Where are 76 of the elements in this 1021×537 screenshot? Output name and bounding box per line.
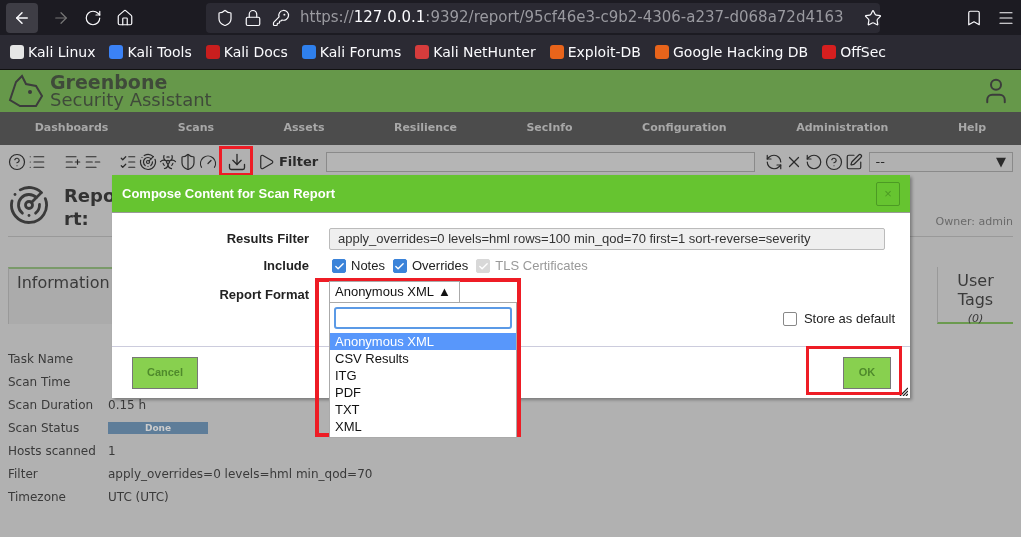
checkbox-label: Notes — [351, 257, 385, 276]
tab[interactable]: User Tags (0) — [937, 267, 1013, 324]
detail-value: 0.15 h — [108, 396, 147, 414]
bookmark-link[interactable]: Kali NetHunter — [415, 41, 536, 63]
format-option[interactable]: CSV Results — [330, 350, 516, 367]
shield-icon[interactable] — [179, 152, 198, 171]
format-option[interactable]: ITG — [330, 367, 516, 384]
report-title: rt: — [64, 207, 90, 230]
field-label: Results Filter — [225, 230, 309, 249]
edit-icon[interactable] — [844, 152, 863, 171]
help-icon[interactable] — [8, 152, 26, 171]
field-label: Report Format — [218, 286, 309, 305]
nav-item[interactable]: Scans — [177, 120, 215, 137]
bookmark-link[interactable]: Kali Tools — [109, 41, 192, 63]
report-icon — [8, 184, 50, 226]
detail-label: Scan Duration — [8, 396, 95, 414]
nav-item[interactable]: Dashboards — [34, 120, 109, 137]
shield-icon — [216, 8, 234, 27]
url-field[interactable]: https://127.0.0.1:9392/report/95cf46e3-c9b2-4306-a237-d068a72d4163 — [206, 2, 880, 33]
reload-icon[interactable] — [84, 8, 102, 27]
download-icon[interactable] — [227, 151, 248, 172]
reset-icon[interactable] — [804, 152, 823, 171]
nav-item[interactable]: Resilience — [393, 120, 457, 137]
detail-label: Filter — [8, 465, 39, 483]
nav-item[interactable]: Help — [957, 120, 987, 137]
radar-icon[interactable] — [139, 152, 158, 171]
bookmark-link[interactable]: OffSec — [822, 41, 887, 63]
detail-value: apply_overrides=0 levels=hml min_qod=70 — [108, 465, 373, 483]
back-button[interactable] — [6, 2, 38, 33]
field-label: Include — [262, 257, 309, 276]
checkbox-label: Overrides — [411, 257, 469, 276]
help-icon[interactable] — [824, 152, 843, 171]
filter-field[interactable] — [326, 151, 755, 172]
key-icon — [272, 8, 290, 27]
gauge-icon[interactable] — [199, 152, 218, 171]
report-title: Repo — [64, 184, 116, 207]
format-select[interactable]: Anonymous XML ▲ — [329, 281, 460, 302]
detail-label: Scan Status — [8, 419, 81, 437]
nav-item[interactable]: Administration — [796, 120, 889, 137]
search-field[interactable] — [334, 307, 512, 329]
filter-select[interactable]: -- ▼ — [868, 151, 1013, 172]
bookmark-link[interactable]: Exploit-DB — [549, 41, 641, 63]
filter-label: Filter — [278, 152, 319, 171]
detail-label: Timezone — [8, 488, 67, 506]
bookmark-link[interactable]: Kali Linux — [10, 41, 96, 63]
checkbox[interactable] — [782, 311, 797, 326]
checkbox[interactable] — [392, 259, 407, 273]
nav-item[interactable]: Assets — [283, 120, 325, 137]
nav-item[interactable]: Configuration — [642, 120, 727, 137]
nav-item[interactable]: SecInfo — [526, 120, 573, 137]
biohazard-icon[interactable] — [159, 152, 178, 171]
bookmark-link[interactable]: Kali Forums — [301, 41, 402, 63]
home-icon[interactable] — [116, 8, 134, 27]
detail-label: Task Name — [8, 350, 75, 368]
detail-label: Scan Time — [8, 373, 72, 391]
checkbox[interactable] — [332, 259, 346, 273]
results-filter-field[interactable]: apply_overrides=0 levels=hml rows=100 min_qod=70 first=1 sort-reverse=severity — [329, 228, 885, 250]
resize-grip-icon — [899, 387, 908, 396]
format-option[interactable]: PDF — [330, 384, 516, 401]
detail-label: Hosts scanned — [8, 442, 97, 460]
format-option[interactable]: TXT — [330, 401, 516, 418]
format-option[interactable]: XML — [330, 418, 516, 435]
refresh-icon[interactable] — [764, 152, 783, 171]
star-icon[interactable] — [863, 8, 882, 27]
bookmark-link[interactable]: Kali Docs — [205, 41, 288, 63]
bookmark-link[interactable]: Google Hacking DB — [655, 41, 809, 63]
lock-icon — [244, 8, 262, 27]
owner-label: Owner: admin — [935, 213, 1013, 230]
checkbox-label: Store as default — [803, 310, 895, 328]
detail-value: UTC (UTC) — [108, 488, 169, 506]
detail-value: 1 — [108, 442, 116, 460]
brand-subtitle: Security Assistant — [50, 91, 212, 109]
status-bar: Done — [108, 421, 208, 434]
checkbox-label: TLS Certificates — [495, 257, 588, 276]
dialog-title: Compose Content for Scan Report — [122, 184, 337, 203]
brand-name: Greenbone — [50, 73, 168, 91]
